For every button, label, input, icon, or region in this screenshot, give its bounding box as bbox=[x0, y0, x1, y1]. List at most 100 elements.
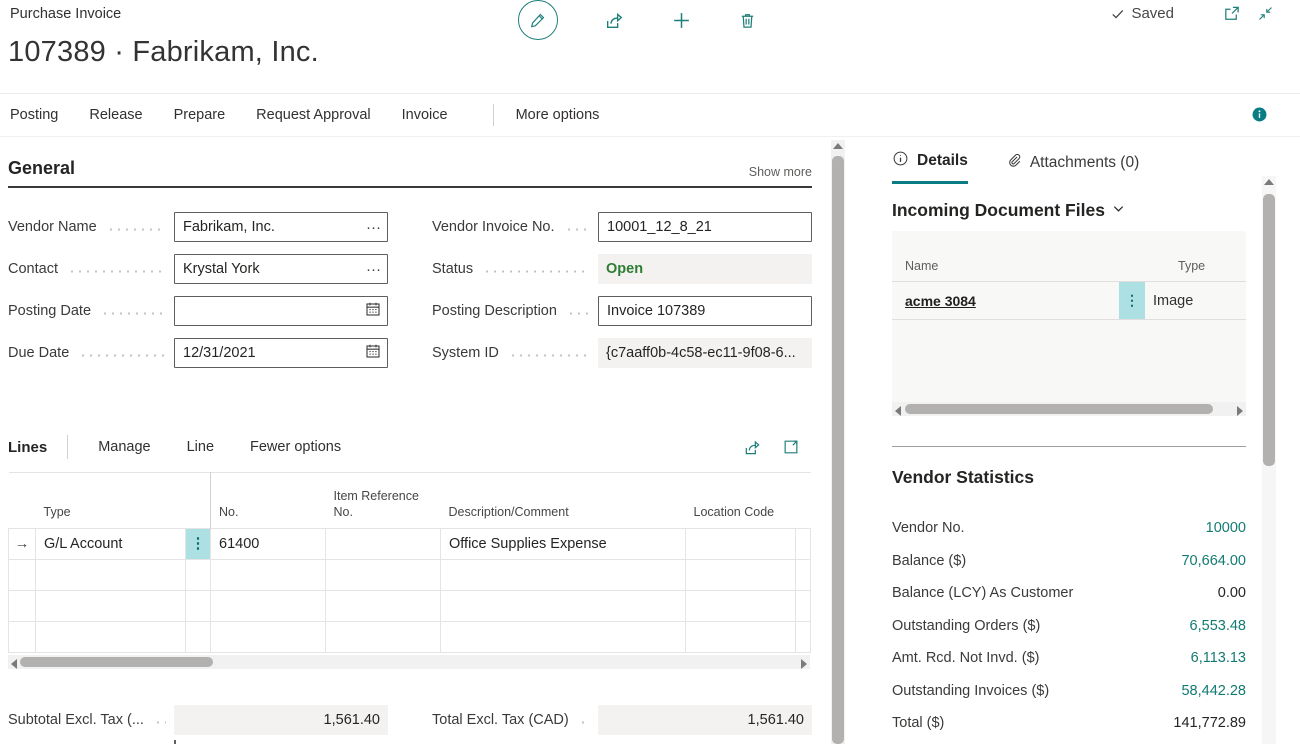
vendor-statistics-list: Vendor No. 10000 Balance ($) 70,664.00 B… bbox=[892, 512, 1246, 740]
scrollbar-thumb[interactable] bbox=[20, 657, 213, 667]
cell-no[interactable]: 61400 bbox=[211, 529, 326, 560]
cell-item-reference-no[interactable] bbox=[326, 529, 441, 560]
dotted-leader bbox=[565, 228, 590, 231]
incoming-documents-columns: Name Type bbox=[892, 231, 1246, 282]
delete-button[interactable] bbox=[738, 11, 757, 30]
contact-input[interactable] bbox=[174, 254, 388, 284]
cell-description[interactable]: Office Supplies Expense bbox=[441, 529, 686, 560]
vendor-name-lookup-button[interactable]: ··· bbox=[362, 212, 385, 242]
scroll-left-arrow[interactable] bbox=[895, 406, 901, 416]
posting-description-input[interactable] bbox=[598, 296, 812, 326]
save-status-label: Saved bbox=[1131, 5, 1174, 22]
col-type[interactable]: Type bbox=[1178, 259, 1205, 273]
document-link[interactable]: acme 3084 bbox=[892, 282, 1119, 319]
system-id-label: System ID bbox=[432, 345, 499, 361]
trash-icon bbox=[738, 11, 757, 30]
dotted-leader bbox=[101, 312, 166, 315]
lines-menu-manage[interactable]: Manage bbox=[98, 439, 150, 455]
tab-details-label: Details bbox=[917, 152, 968, 170]
document-options-button[interactable]: ⋮ bbox=[1119, 282, 1145, 319]
document-type: Image bbox=[1145, 282, 1193, 319]
scroll-up-arrow[interactable] bbox=[833, 143, 843, 149]
col-type[interactable]: Type bbox=[36, 473, 186, 529]
table-row-empty bbox=[9, 591, 811, 622]
paperclip-icon bbox=[1006, 152, 1022, 173]
field-due-date: Due Date bbox=[8, 338, 388, 368]
tab-details[interactable]: Details bbox=[892, 150, 968, 184]
dotted-leader bbox=[107, 228, 166, 231]
posting-date-label: Posting Date bbox=[8, 303, 91, 319]
due-date-picker-button[interactable] bbox=[361, 338, 385, 368]
menu-request-approval[interactable]: Request Approval bbox=[256, 107, 370, 123]
lines-expand-button[interactable] bbox=[782, 438, 800, 457]
menu-more-options[interactable]: More options bbox=[516, 107, 600, 123]
stat-outstanding-invoices: Outstanding Invoices ($) 58,442.28 bbox=[892, 675, 1246, 708]
cell-location-code[interactable] bbox=[686, 529, 796, 560]
chevron-down-icon bbox=[1111, 200, 1126, 221]
factbox-pane: Details Attachments (0) Incoming Documen… bbox=[892, 138, 1246, 740]
col-description[interactable]: Description/Comment bbox=[441, 473, 686, 529]
vendor-invoice-no-input[interactable] bbox=[598, 212, 812, 242]
col-item-reference-no[interactable]: Item Reference No. bbox=[326, 473, 441, 529]
scroll-up-arrow[interactable] bbox=[1264, 179, 1274, 185]
col-name[interactable]: Name bbox=[905, 259, 1145, 273]
lines-menu-fewer-options[interactable]: Fewer options bbox=[250, 439, 341, 455]
info-button[interactable] bbox=[1251, 106, 1268, 128]
dotted-leader bbox=[567, 312, 590, 315]
contact-lookup-button[interactable]: ··· bbox=[362, 254, 385, 284]
menu-divider bbox=[493, 104, 494, 126]
posting-date-picker-button[interactable] bbox=[361, 296, 385, 326]
lines-share-button[interactable] bbox=[743, 438, 762, 457]
clipped-input[interactable] bbox=[174, 740, 176, 744]
collapse-button[interactable] bbox=[1257, 5, 1274, 22]
incoming-document-files-header[interactable]: Incoming Document Files bbox=[892, 200, 1246, 221]
factbox-tabs: Details Attachments (0) bbox=[892, 150, 1246, 184]
lines-section-header: Lines Manage Line Fewer options bbox=[8, 432, 812, 462]
menu-release[interactable]: Release bbox=[89, 107, 142, 123]
status-label: Status bbox=[432, 261, 473, 277]
general-fields: Vendor Name ··· Contact ··· bbox=[8, 212, 812, 368]
main-vertical-scrollbar[interactable] bbox=[831, 140, 845, 744]
open-in-new-window-button[interactable] bbox=[1222, 4, 1241, 23]
share-icon bbox=[604, 10, 625, 31]
scroll-left-arrow[interactable] bbox=[11, 659, 17, 669]
new-button[interactable] bbox=[671, 10, 692, 31]
lines-menu-line[interactable]: Line bbox=[187, 439, 214, 455]
expand-icon bbox=[782, 438, 800, 456]
edit-button[interactable] bbox=[518, 0, 558, 40]
col-no[interactable]: No. bbox=[211, 473, 326, 529]
factbox-vertical-scrollbar[interactable] bbox=[1262, 176, 1276, 744]
scrollbar-thumb[interactable] bbox=[832, 156, 844, 744]
scrollbar-thumb[interactable] bbox=[905, 404, 1213, 414]
dotted-leader bbox=[483, 270, 590, 273]
due-date-input[interactable] bbox=[174, 338, 388, 368]
vendor-statistics-heading: Vendor Statistics bbox=[892, 467, 1246, 488]
table-row-empty bbox=[9, 560, 811, 591]
col-location-code[interactable]: Location Code bbox=[686, 473, 796, 529]
tab-attachments[interactable]: Attachments (0) bbox=[1006, 150, 1139, 184]
posting-description-label: Posting Description bbox=[432, 303, 557, 319]
ellipsis-icon: ··· bbox=[366, 261, 381, 278]
share-button[interactable] bbox=[604, 10, 625, 31]
posting-date-input[interactable] bbox=[174, 296, 388, 326]
card-horizontal-scrollbar[interactable] bbox=[892, 402, 1246, 416]
total-label: Total Excl. Tax (CAD) bbox=[432, 712, 569, 728]
show-more-link[interactable]: Show more bbox=[749, 165, 812, 179]
stat-amt-rcd-not-invd: Amt. Rcd. Not Invd. ($) 6,113.13 bbox=[892, 642, 1246, 675]
record-actions bbox=[518, 0, 757, 40]
scroll-right-arrow[interactable] bbox=[1237, 406, 1243, 416]
menu-prepare[interactable]: Prepare bbox=[174, 107, 226, 123]
vendor-name-input[interactable] bbox=[174, 212, 388, 242]
cell-type[interactable]: G/L Account bbox=[36, 529, 186, 560]
field-status: Status Open bbox=[432, 254, 812, 284]
menu-invoice[interactable]: Invoice bbox=[402, 107, 448, 123]
lines-table: Type No. Item Reference No. Description/… bbox=[8, 472, 811, 653]
vendor-name-label: Vendor Name bbox=[8, 219, 97, 235]
lines-horizontal-scrollbar[interactable] bbox=[8, 655, 810, 669]
scroll-right-arrow[interactable] bbox=[801, 659, 807, 669]
menu-posting[interactable]: Posting bbox=[10, 107, 58, 123]
scrollbar-thumb[interactable] bbox=[1263, 194, 1275, 466]
field-system-id: System ID {c7aaff0b-4c58-ec11-9f08-6... bbox=[432, 338, 812, 368]
collapse-icon bbox=[1257, 5, 1274, 22]
row-options-button[interactable]: ⋮ bbox=[186, 529, 211, 560]
